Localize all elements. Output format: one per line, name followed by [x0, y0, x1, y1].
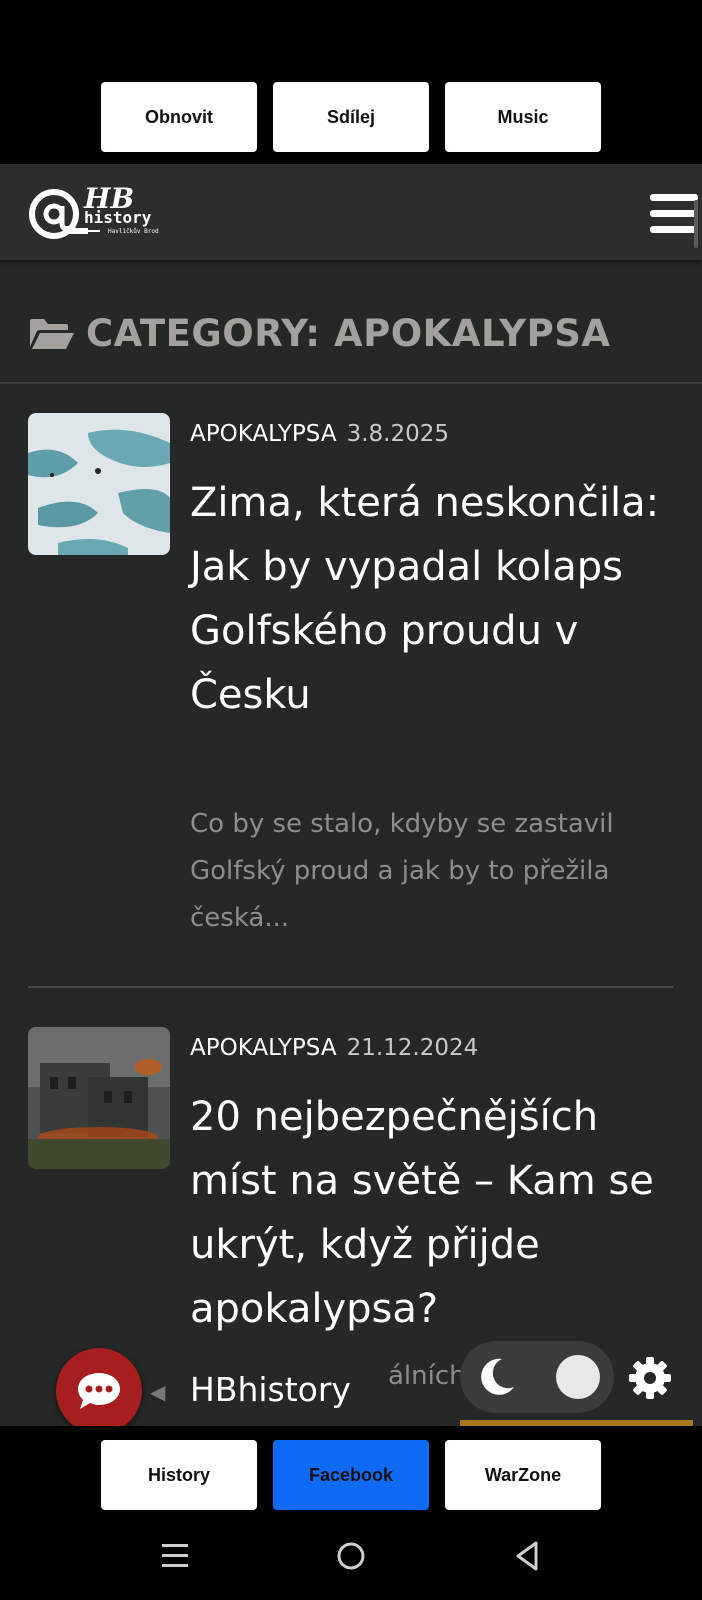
category-title: CATEGORY: APOKALYPSA — [86, 312, 611, 355]
logo-wordmark: history — [84, 208, 152, 227]
post-item: APOKALYPSA 3.8.2025 Zima, která neskončil… — [28, 413, 674, 933]
system-nav-bar — [0, 1526, 702, 1600]
logo-tagline: Havlíčkův Brod — [108, 228, 159, 235]
home-icon[interactable] — [336, 1540, 366, 1572]
refresh-button[interactable]: Obnovit — [101, 82, 257, 152]
heading-divider — [0, 382, 702, 384]
chat-button[interactable] — [56, 1348, 142, 1434]
toggle-knob — [556, 1355, 600, 1399]
top-action-bar: Obnovit Sdílej Music — [0, 0, 702, 164]
post-category-link[interactable]: APOKALYPSA — [190, 1035, 337, 1061]
post-excerpt: Co by se stalo, kdyby se zastavil Golfsk… — [190, 809, 614, 933]
bottom-action-bar: History Facebook WarZone — [0, 1426, 702, 1600]
folder-open-icon — [30, 318, 74, 349]
post-title-link[interactable]: 20 nejbezpečnějších míst na světě – Kam … — [190, 1085, 670, 1341]
chat-icon — [78, 1373, 120, 1409]
recent-apps-icon[interactable] — [160, 1540, 190, 1572]
back-icon[interactable] — [512, 1540, 542, 1572]
facebook-button[interactable]: Facebook — [273, 1440, 429, 1510]
gear-icon[interactable] — [628, 1356, 672, 1400]
post-category-link[interactable]: APOKALYPSA — [190, 421, 337, 447]
post-title-link[interactable]: Zima, která neskončila: Jak by vypadal k… — [190, 471, 670, 727]
web-page: HB history Havlíčkův Brod CATEGORY: APOK… — [0, 164, 702, 1426]
dark-mode-toggle[interactable] — [460, 1341, 614, 1413]
scrollbar[interactable] — [694, 200, 698, 248]
post-date: 21.12.2024 — [346, 1035, 479, 1061]
post-thumbnail[interactable] — [28, 413, 170, 555]
music-button[interactable]: Music — [445, 82, 601, 152]
post-divider — [28, 986, 673, 988]
chat-label[interactable]: HBhistory — [190, 1370, 351, 1409]
moon-icon — [481, 1358, 514, 1395]
site-logo[interactable]: HB history Havlíčkův Brod — [28, 182, 168, 246]
post-meta: APOKALYPSA 21.12.2024 — [190, 1035, 478, 1061]
post-thumbnail[interactable] — [28, 1027, 170, 1169]
history-button[interactable]: History — [101, 1440, 257, 1510]
share-button[interactable]: Sdílej — [273, 82, 429, 152]
post-date: 3.8.2025 — [346, 421, 449, 447]
caret-left-icon: ◀ — [150, 1380, 166, 1404]
category-heading: CATEGORY: APOKALYPSA — [28, 312, 611, 355]
site-header: HB history Havlíčkův Brod — [0, 164, 702, 260]
post-meta: APOKALYPSA 3.8.2025 — [190, 421, 449, 447]
menu-icon[interactable] — [650, 194, 698, 238]
warzone-button[interactable]: WarZone — [445, 1440, 601, 1510]
